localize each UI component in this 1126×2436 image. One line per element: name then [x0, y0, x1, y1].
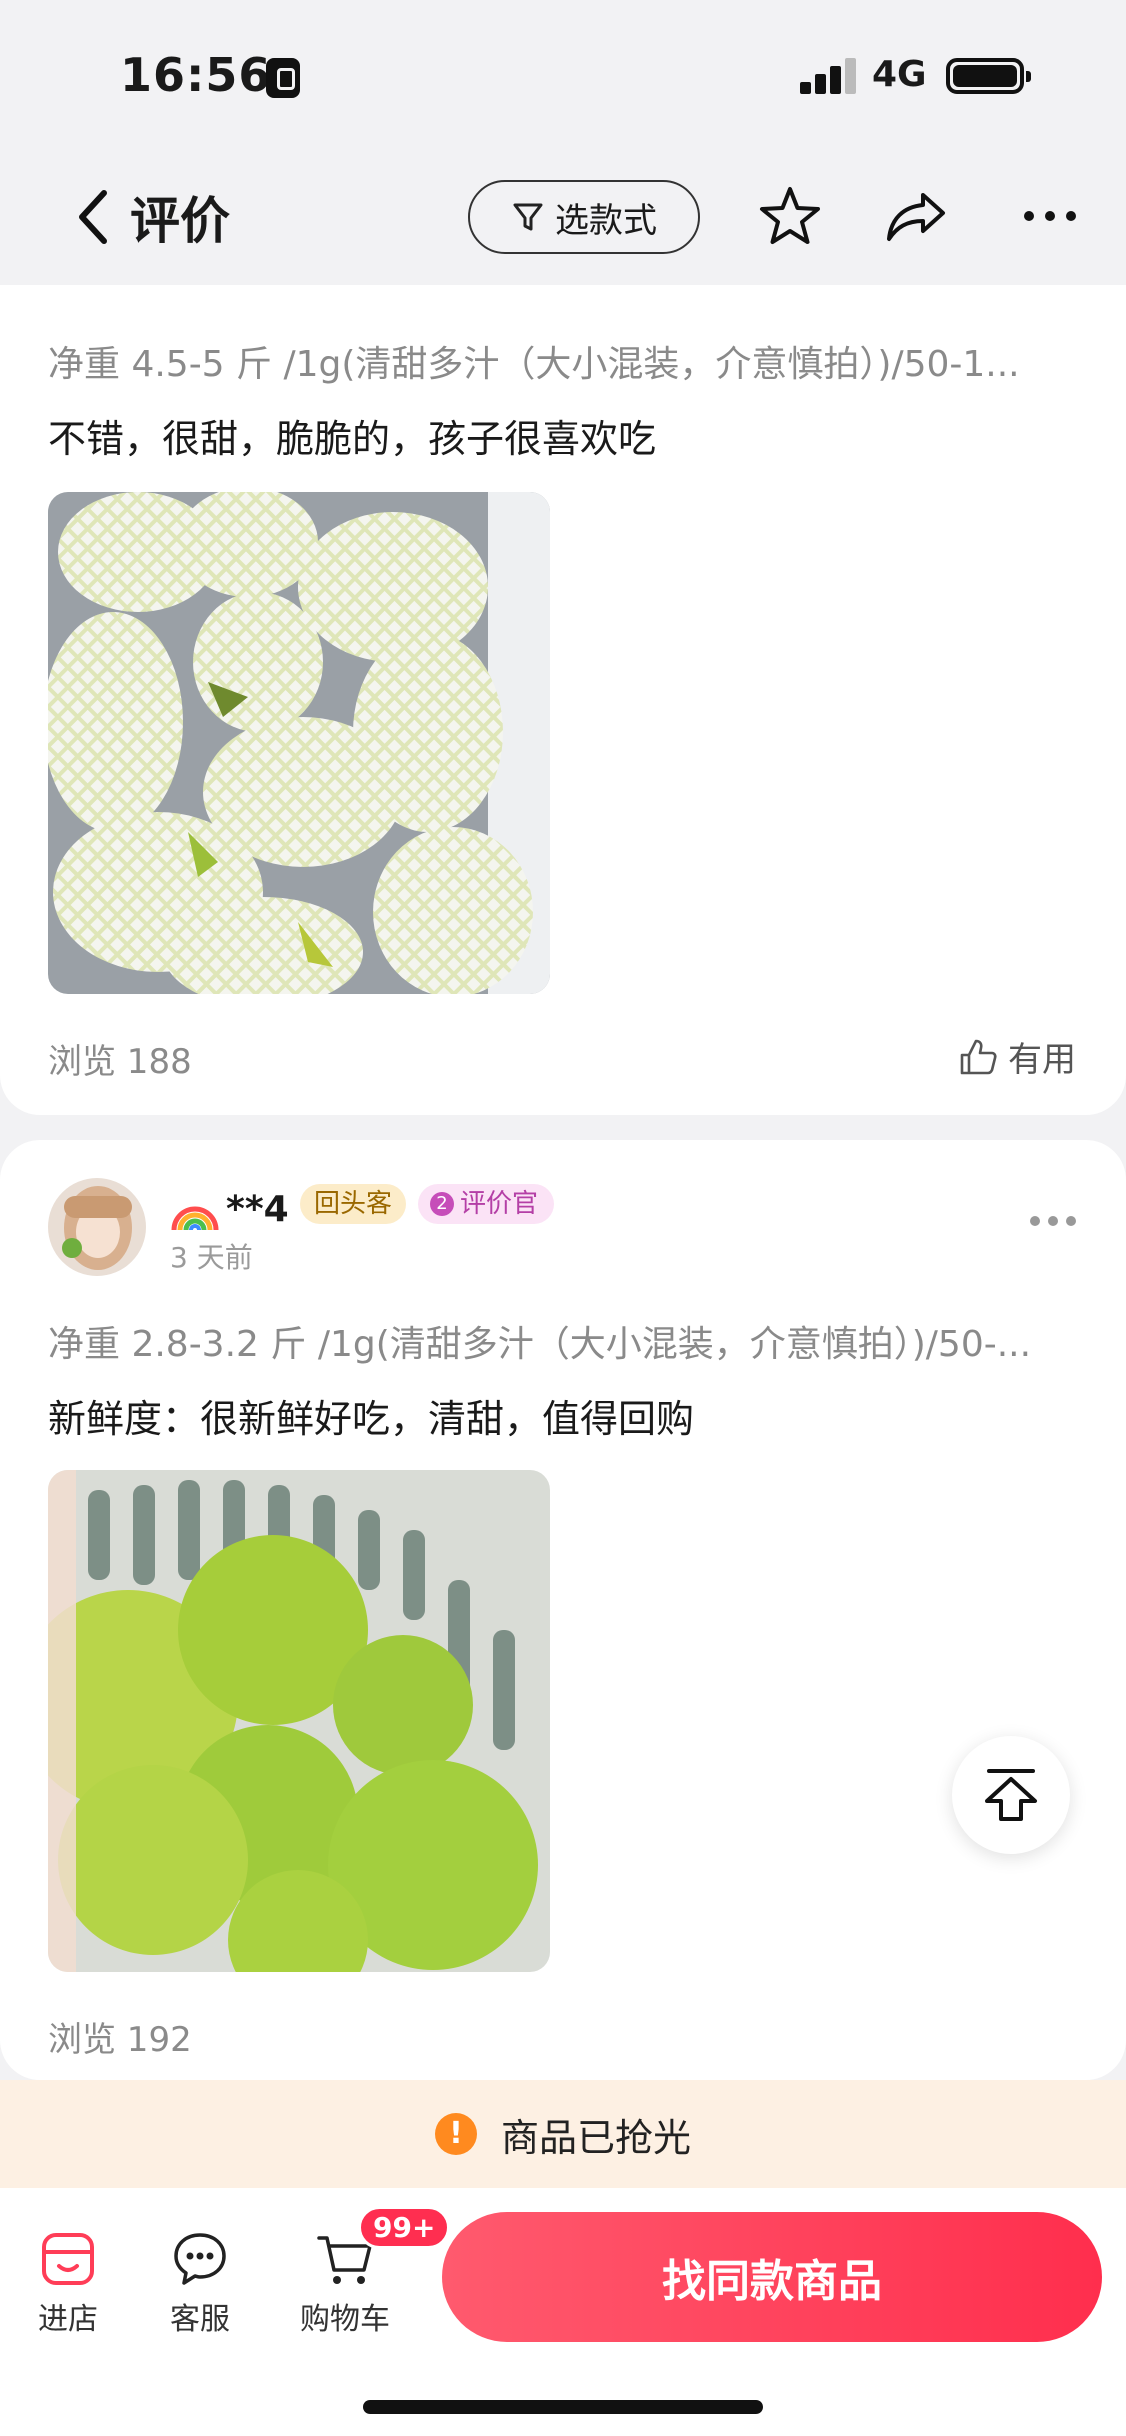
ellipsis-icon	[1024, 211, 1076, 221]
warning-icon: !	[434, 2113, 477, 2155]
battery-icon	[946, 58, 1031, 94]
reviewer-badge-label: 评价官	[460, 1189, 539, 1219]
sold-out-text: 商品已抢光	[500, 2115, 691, 2160]
review-time: 3 天前	[170, 1241, 253, 1274]
service-label: 客服	[170, 2302, 230, 2337]
review-sku: 净重 4.5-5 斤 /1g(清甜多汁（大小混装，介意慎拍）)/50-1...	[48, 344, 1020, 385]
status-time: 16:56	[120, 48, 272, 102]
view-count: 浏览 188	[48, 1042, 192, 1082]
review-more-button[interactable]	[1030, 1216, 1076, 1226]
filter-icon	[513, 203, 543, 231]
chevron-left-icon	[79, 190, 107, 244]
review-photo[interactable]	[48, 492, 550, 994]
status-bar: 16:56 4G	[0, 0, 1126, 150]
signal-icon	[800, 58, 858, 94]
thumbs-up-icon	[960, 1039, 997, 1074]
cart-label: 购物车	[300, 2302, 390, 2337]
more-options-button[interactable]	[1014, 180, 1086, 252]
customer-service-tab[interactable]: 客服	[170, 2230, 230, 2338]
review-card: **4 回头客 2 评价官 3 天前 净重 2.8-3.2 斤 /1g(清甜多汁…	[0, 1140, 1126, 2080]
back-button[interactable]: 评价	[72, 182, 230, 252]
pears-in-foam-nets-image	[48, 492, 550, 994]
home-indicator[interactable]	[363, 2400, 763, 2414]
nav-bar: 评价 选款式	[0, 150, 1126, 285]
username: **4	[170, 1184, 289, 1234]
favorite-button[interactable]	[754, 180, 826, 252]
review-photo[interactable]	[48, 1470, 550, 1972]
chat-bubble-icon	[174, 2233, 226, 2285]
reviewer-level: 2	[430, 1192, 454, 1216]
store-tab[interactable]: 进店	[38, 2230, 98, 2338]
rainbow-icon	[171, 1206, 219, 1231]
store-label: 进店	[38, 2302, 98, 2337]
view-count: 浏览 192	[48, 2020, 192, 2060]
cart-count-badge: 99+	[358, 2206, 451, 2249]
orientation-lock-icon	[266, 58, 300, 98]
star-icon	[760, 187, 820, 244]
page-title: 评价	[130, 192, 230, 250]
review-card: 净重 4.5-5 斤 /1g(清甜多汁（大小混装，介意慎拍）)/50-1... …	[0, 200, 1126, 1115]
returning-customer-badge: 回头客	[300, 1184, 407, 1224]
green-pears-in-basket-image	[48, 1470, 550, 1972]
share-button[interactable]	[880, 180, 952, 252]
find-similar-button[interactable]: 找同款商品	[442, 2212, 1102, 2342]
review-text: 新鲜度：很新鲜好吃，清甜，值得回购	[48, 1397, 695, 1441]
bottom-action-bar: 进店 客服 购物车 99+ 找同款商品	[0, 2188, 1126, 2436]
user-avatar-image	[48, 1178, 146, 1276]
arrow-up-icon	[985, 1769, 1037, 1821]
review-text: 不错，很甜，脆脆的，孩子很喜欢吃	[48, 417, 657, 461]
review-sku: 净重 2.8-3.2 斤 /1g(清甜多汁（大小混装，介意慎拍）)/50-...	[48, 1324, 1032, 1365]
useful-button[interactable]: 有用	[958, 1032, 1076, 1081]
sold-out-banner: ! 商品已抢光	[0, 2080, 1126, 2188]
filter-style-button[interactable]: 选款式	[468, 180, 700, 254]
username-text: **4	[226, 1188, 289, 1230]
avatar[interactable]	[48, 1178, 146, 1276]
back-to-top-button[interactable]	[952, 1736, 1070, 1854]
share-icon	[887, 193, 945, 241]
network-type: 4G	[872, 54, 927, 95]
filter-label: 选款式	[555, 200, 657, 241]
store-icon	[42, 2233, 94, 2285]
useful-label: 有用	[1008, 1040, 1076, 1080]
reviewer-badge: 2 评价官	[418, 1184, 555, 1224]
